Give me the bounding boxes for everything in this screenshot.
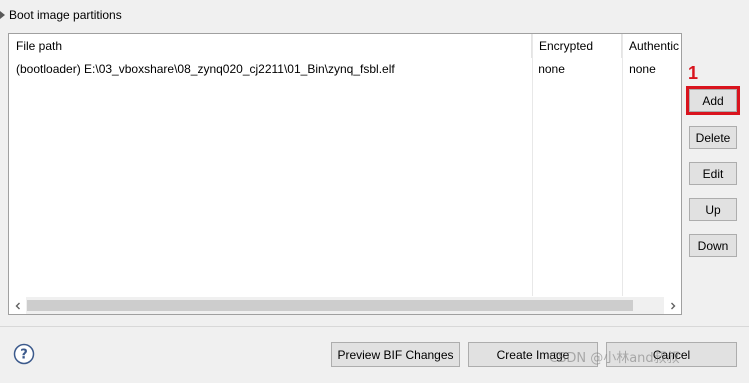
- cell-file-path: (bootloader) E:\03_vboxshare\08_zynq020_…: [16, 62, 395, 76]
- down-button[interactable]: Down: [689, 234, 737, 257]
- edit-button[interactable]: Edit: [689, 162, 737, 185]
- cancel-button[interactable]: Cancel: [606, 342, 737, 367]
- preview-bif-changes-button[interactable]: Preview BIF Changes: [331, 342, 460, 367]
- scroll-right-arrow-icon[interactable]: [664, 297, 681, 314]
- column-header-authentication[interactable]: Authentic: [622, 34, 681, 58]
- cell-encrypted: none: [538, 62, 565, 76]
- boot-image-partitions-group-header[interactable]: Boot image partitions: [0, 6, 122, 24]
- svg-text:?: ?: [20, 348, 28, 363]
- create-image-button[interactable]: Create Image: [468, 342, 598, 367]
- scroll-left-arrow-icon[interactable]: [9, 297, 26, 314]
- add-button[interactable]: Add: [689, 89, 737, 112]
- help-icon[interactable]: ?: [13, 343, 35, 365]
- dialog-separator: [0, 326, 749, 327]
- scrollbar-thumb[interactable]: [27, 300, 633, 311]
- up-button[interactable]: Up: [689, 198, 737, 221]
- create-boot-image-dialog: Boot image partitions File path Encrypte…: [0, 0, 749, 383]
- column-header-encrypted[interactable]: Encrypted: [532, 34, 622, 58]
- annotation-step-number: 1: [688, 63, 699, 83]
- horizontal-scrollbar[interactable]: [9, 297, 681, 314]
- table-row[interactable]: (bootloader) E:\03_vboxshare\08_zynq020_…: [9, 58, 681, 80]
- scrollbar-track[interactable]: [26, 297, 664, 314]
- group-title: Boot image partitions: [9, 8, 122, 22]
- partitions-table: File path Encrypted Authentic (bootloade…: [8, 33, 682, 315]
- column-header-file-path[interactable]: File path: [9, 34, 532, 58]
- delete-button[interactable]: Delete: [689, 126, 737, 149]
- table-header: File path Encrypted Authentic: [9, 34, 681, 58]
- cell-authentication: none: [629, 62, 656, 76]
- expand-triangle-icon[interactable]: [0, 10, 6, 20]
